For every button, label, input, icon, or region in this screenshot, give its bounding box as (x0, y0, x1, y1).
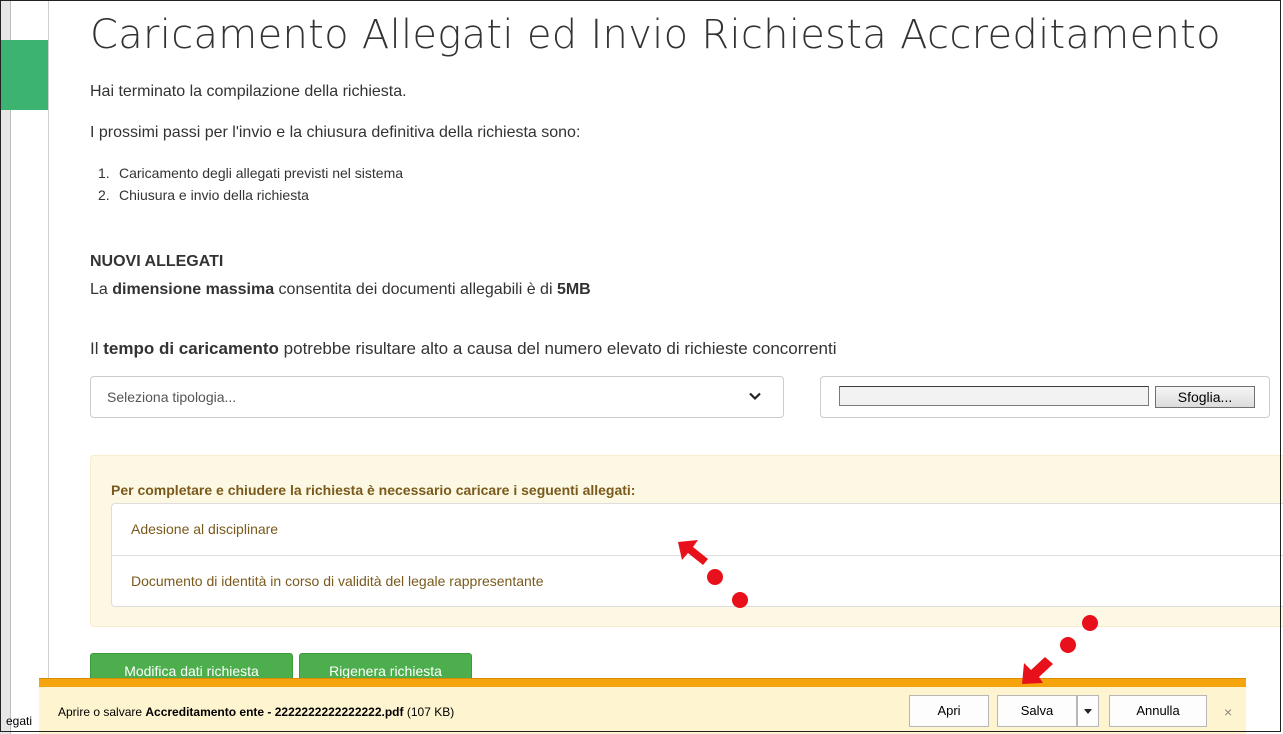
intro-text: Hai terminato la compilazione della rich… (90, 83, 407, 100)
upload-time-note: Il tempo di caricamento potrebbe risulta… (90, 339, 836, 359)
browser-left-edge (0, 0, 11, 734)
max-size-note: La dimensione massima consentita dei doc… (90, 281, 591, 299)
step-number: 2. (98, 187, 110, 203)
annotation-arrow-icon (1022, 615, 1098, 684)
browse-button[interactable]: Sfoglia... (1155, 386, 1255, 408)
annotation-arrow-icon (678, 540, 748, 608)
size-note-value: 5MB (556, 281, 591, 298)
steps-list: 1. Caricamento degli allegati previsti ne… (98, 162, 403, 206)
step-item: 1. Caricamento degli allegati previsti ne… (98, 162, 403, 184)
download-filename: Accreditamento ente - 2222222222222222.p… (145, 705, 404, 719)
save-button[interactable]: Salva (997, 695, 1077, 727)
content-divider (48, 0, 49, 690)
sidebar-green-block (0, 40, 48, 110)
required-attachments-title: Per completare e chiudere la richiesta è… (111, 482, 636, 498)
time-note-bold: tempo di caricamento (103, 339, 279, 358)
size-note-bold: dimensione massima (112, 281, 275, 298)
next-steps-intro: I prossimi passi per l'invio e la chiusu… (90, 124, 581, 141)
close-icon[interactable]: × (1224, 704, 1232, 720)
step-text: Caricamento degli allegati previsti nel … (119, 165, 404, 181)
step-text: Chiusura e invio della richiesta (119, 187, 309, 203)
cancel-button[interactable]: Annulla (1109, 695, 1207, 727)
attachment-type-placeholder: Seleziona tipologia... (107, 389, 237, 405)
time-note-suffix: potrebbe risultare alto a causa del nume… (278, 339, 837, 358)
page-title: Caricamento Allegati ed Invio Richiesta … (90, 12, 1221, 58)
chevron-down-icon (749, 392, 761, 401)
file-path-field[interactable] (839, 386, 1149, 406)
save-options-dropdown[interactable] (1077, 695, 1099, 727)
attachment-type-select[interactable]: Seleziona tipologia... (90, 376, 784, 418)
size-note-prefix: La (90, 281, 113, 298)
dropdown-arrow-icon (1084, 709, 1092, 714)
download-message-prefix: Aprire o salvare (58, 705, 146, 719)
step-number: 1. (98, 165, 110, 181)
size-note-middle: consentita dei documenti allegabili è di (274, 281, 557, 298)
status-bar-text: egati (6, 714, 33, 728)
download-file-size: (107 KB) (403, 705, 455, 719)
open-button[interactable]: Apri (909, 695, 989, 727)
attachments-section-title: NUOVI ALLEGATI (90, 253, 224, 270)
download-message: Aprire o salvare Accreditamento ente - 2… (58, 705, 454, 719)
time-note-prefix: Il (90, 339, 104, 358)
step-item: 2. Chiusura e invio della richiesta (98, 184, 403, 206)
file-upload-group: Sfoglia... (820, 376, 1270, 418)
